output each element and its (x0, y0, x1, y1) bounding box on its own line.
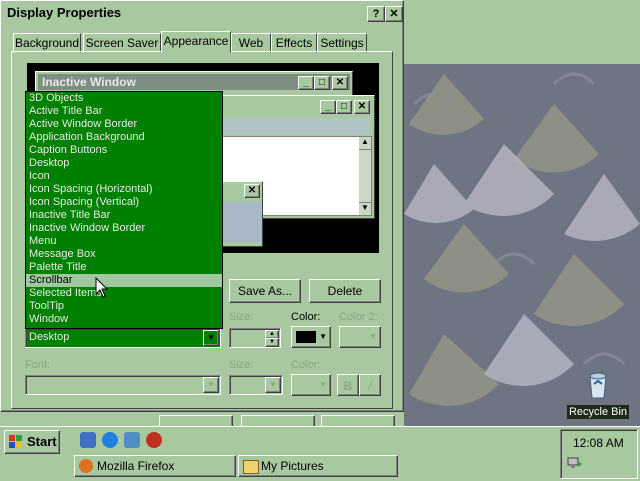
taskbar: Start Mozilla Firefox My Pictures 12:08 … (0, 426, 640, 481)
tab-web[interactable]: Web (231, 33, 271, 53)
color2-label: Color 2: (339, 311, 378, 323)
list-item[interactable]: ToolTip (26, 300, 222, 313)
size-label: Size: (229, 311, 254, 323)
tab-settings[interactable]: Settings (317, 33, 367, 53)
close-button[interactable]: ✕ (385, 6, 403, 22)
help-button[interactable]: ? (367, 6, 385, 22)
save-as-button[interactable]: Save As... (229, 279, 301, 303)
maximize-icon: □ (336, 100, 352, 114)
size-spinner[interactable]: ▲ ▼ (229, 328, 281, 348)
color-label: Color: (291, 311, 321, 323)
italic-button[interactable]: / (359, 374, 381, 396)
show-desktop-icon[interactable] (80, 432, 96, 448)
item-combo[interactable]: Desktop ▼ (25, 328, 221, 348)
taskbar-button-my-pictures[interactable]: My Pictures (238, 455, 398, 477)
font-label: Font: (25, 359, 51, 371)
start-button[interactable]: Start (4, 430, 60, 454)
bold-button[interactable]: B (337, 374, 359, 396)
list-item[interactable]: Desktop (26, 157, 222, 170)
clock[interactable]: 12:08 AM (573, 436, 624, 450)
windows-logo-icon (9, 435, 22, 448)
tab-effects[interactable]: Effects (271, 33, 317, 53)
color-swatch (296, 331, 316, 343)
list-item[interactable]: Application Background (26, 131, 222, 144)
chevron-down-icon[interactable]: ▼ (203, 330, 219, 346)
outlook-express-icon[interactable] (124, 432, 140, 448)
taskbar-button-firefox[interactable]: Mozilla Firefox (74, 455, 236, 477)
task-label: Mozilla Firefox (97, 459, 175, 473)
firefox-icon (79, 459, 93, 473)
list-item[interactable]: Inactive Window Border (26, 222, 222, 235)
recycle-bin-label: Recycle Bin (566, 405, 630, 419)
recycle-bin[interactable]: Recycle Bin (562, 370, 634, 419)
list-item[interactable]: Icon Spacing (Horizontal) (26, 183, 222, 196)
font-color-button[interactable]: ▼ (291, 374, 331, 396)
dialog-title: Display Properties (7, 5, 122, 20)
start-label: Start (27, 434, 57, 449)
list-item[interactable]: Inactive Title Bar (26, 209, 222, 222)
list-item[interactable]: Active Window Border (26, 118, 222, 131)
font-size-combo[interactable]: ▼ (229, 375, 283, 395)
list-item[interactable]: Selected Items (26, 287, 222, 300)
color2-picker-button[interactable]: ▼ (339, 326, 381, 348)
maximize-icon: □ (314, 76, 330, 90)
internet-explorer-icon[interactable] (102, 432, 118, 448)
task-label: My Pictures (261, 459, 324, 473)
chevron-down-icon[interactable]: ▼ (265, 377, 281, 393)
list-item[interactable]: 3D Objects (26, 92, 222, 105)
item-combo-value: Desktop (29, 331, 70, 343)
font-size-label: Size: (229, 359, 254, 371)
preview-scrollbar: ▲ ▼ (359, 137, 371, 215)
font-combo[interactable]: ▼ (25, 375, 221, 395)
list-item[interactable]: Menu (26, 235, 222, 248)
system-tray: 12:08 AM (560, 429, 638, 479)
dialog-titlebar[interactable]: Display Properties ? ✕ (3, 3, 403, 23)
tab-screen-saver[interactable]: Screen Saver (83, 33, 161, 53)
list-item-selected[interactable]: Scrollbar (26, 274, 222, 287)
mouse-pointer-icon (95, 277, 109, 298)
font-color-label: Color: (291, 359, 321, 371)
close-icon: ✕ (244, 184, 260, 198)
delete-button[interactable]: Delete (309, 279, 381, 303)
list-item[interactable]: Message Box (26, 248, 222, 261)
chevron-down-icon[interactable]: ▼ (203, 377, 219, 393)
minimize-icon: _ (298, 76, 314, 90)
list-item[interactable]: Icon (26, 170, 222, 183)
list-item[interactable]: Caption Buttons (26, 144, 222, 157)
color-picker-button[interactable]: ▼ (291, 326, 331, 348)
recycle-bin-icon (589, 372, 607, 399)
list-item[interactable]: Window (26, 313, 222, 326)
item-dropdown-list[interactable]: 3D Objects Active Title Bar Active Windo… (25, 91, 223, 329)
list-item[interactable]: Active Title Bar (26, 105, 222, 118)
close-icon: ✕ (332, 76, 348, 90)
tab-background[interactable]: Background (13, 33, 81, 53)
chevron-down-icon: ▼ (369, 332, 377, 341)
list-item[interactable]: Palette Title (26, 261, 222, 274)
list-item[interactable]: Icon Spacing (Vertical) (26, 196, 222, 209)
media-player-icon[interactable] (146, 432, 162, 448)
minimize-icon: _ (320, 100, 336, 114)
close-icon: ✕ (354, 100, 370, 114)
spin-down-icon[interactable]: ▼ (265, 338, 279, 347)
network-icon[interactable] (567, 456, 583, 470)
chevron-down-icon: ▼ (319, 332, 327, 341)
tab-appearance[interactable]: Appearance (161, 31, 231, 53)
chevron-down-icon: ▼ (319, 380, 327, 389)
folder-icon (243, 460, 259, 474)
display-properties-dialog: Display Properties ? ✕ Background Screen… (0, 0, 404, 429)
